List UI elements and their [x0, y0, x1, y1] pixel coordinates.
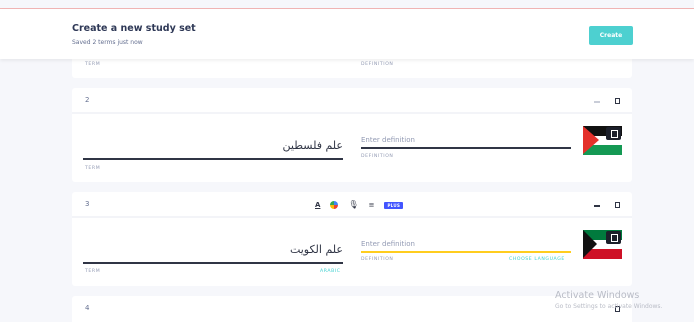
windows-activation-watermark: Activate Windows Go to Settings to activ…: [555, 290, 662, 310]
remove-image-icon[interactable]: [606, 231, 621, 244]
card-number: 3: [85, 200, 90, 208]
text-format-icon[interactable]: A: [315, 201, 320, 209]
drag-handle-icon[interactable]: [594, 101, 600, 103]
term-underline: [83, 158, 343, 160]
term-label: TERM: [85, 166, 101, 171]
formatting-toolbar: A 🎙︎ ≡ PLUS: [315, 200, 404, 210]
term-language-selector[interactable]: ARABIC: [320, 269, 341, 274]
term-card-4: 4: [72, 296, 632, 322]
watermark-title: Activate Windows: [555, 290, 640, 301]
definition-label: DEFINITION: [361, 257, 394, 262]
term-card-2: 2 علم فلسطين TERM Enter definition DEFIN…: [72, 88, 632, 182]
list-add-icon[interactable]: ≡: [369, 201, 375, 209]
term-input[interactable]: علم الكويت: [290, 243, 343, 256]
definition-input[interactable]: Enter definition: [361, 240, 415, 248]
definition-underline-focused: [361, 251, 571, 253]
definition-underline: [361, 147, 571, 149]
definition-label: DEFINITION: [361, 154, 394, 159]
trash-icon[interactable]: [615, 202, 620, 208]
color-picker-icon[interactable]: [330, 201, 339, 209]
watermark-subtitle: Go to Settings to activate Windows.: [555, 303, 663, 310]
term-label: TERM: [85, 269, 101, 274]
choose-language-link[interactable]: CHOOSE LANGUAGE: [509, 257, 565, 262]
definition-input[interactable]: Enter definition: [361, 136, 415, 144]
create-button[interactable]: Create: [589, 26, 633, 45]
drag-handle-icon[interactable]: [594, 205, 600, 207]
term-input[interactable]: علم فلسطين: [283, 139, 343, 152]
trash-icon[interactable]: [615, 98, 620, 104]
term-label: TERM: [85, 62, 101, 67]
microphone-icon[interactable]: 🎙︎: [348, 201, 358, 209]
page-header: Create a new study set Saved 2 terms jus…: [0, 9, 694, 59]
definition-label: DEFINITION: [361, 62, 394, 67]
card-number: 4: [85, 304, 90, 312]
plus-badge[interactable]: PLUS: [384, 201, 404, 209]
card-header: 2: [72, 88, 632, 114]
card-header: 3 A 🎙︎ ≡ PLUS: [72, 192, 632, 218]
image-thumbnail-palestine-flag[interactable]: [583, 126, 622, 155]
image-thumbnail-kuwait-flag[interactable]: [583, 230, 622, 259]
page-title: Create a new study set: [72, 23, 196, 34]
term-underline: [83, 262, 343, 264]
save-status: Saved 2 terms just now: [72, 39, 143, 46]
remove-image-icon[interactable]: [606, 127, 621, 140]
term-card-3: 3 A 🎙︎ ≡ PLUS علم الكويت TERM ARABIC Ent…: [72, 192, 632, 286]
card-number: 2: [85, 96, 90, 104]
